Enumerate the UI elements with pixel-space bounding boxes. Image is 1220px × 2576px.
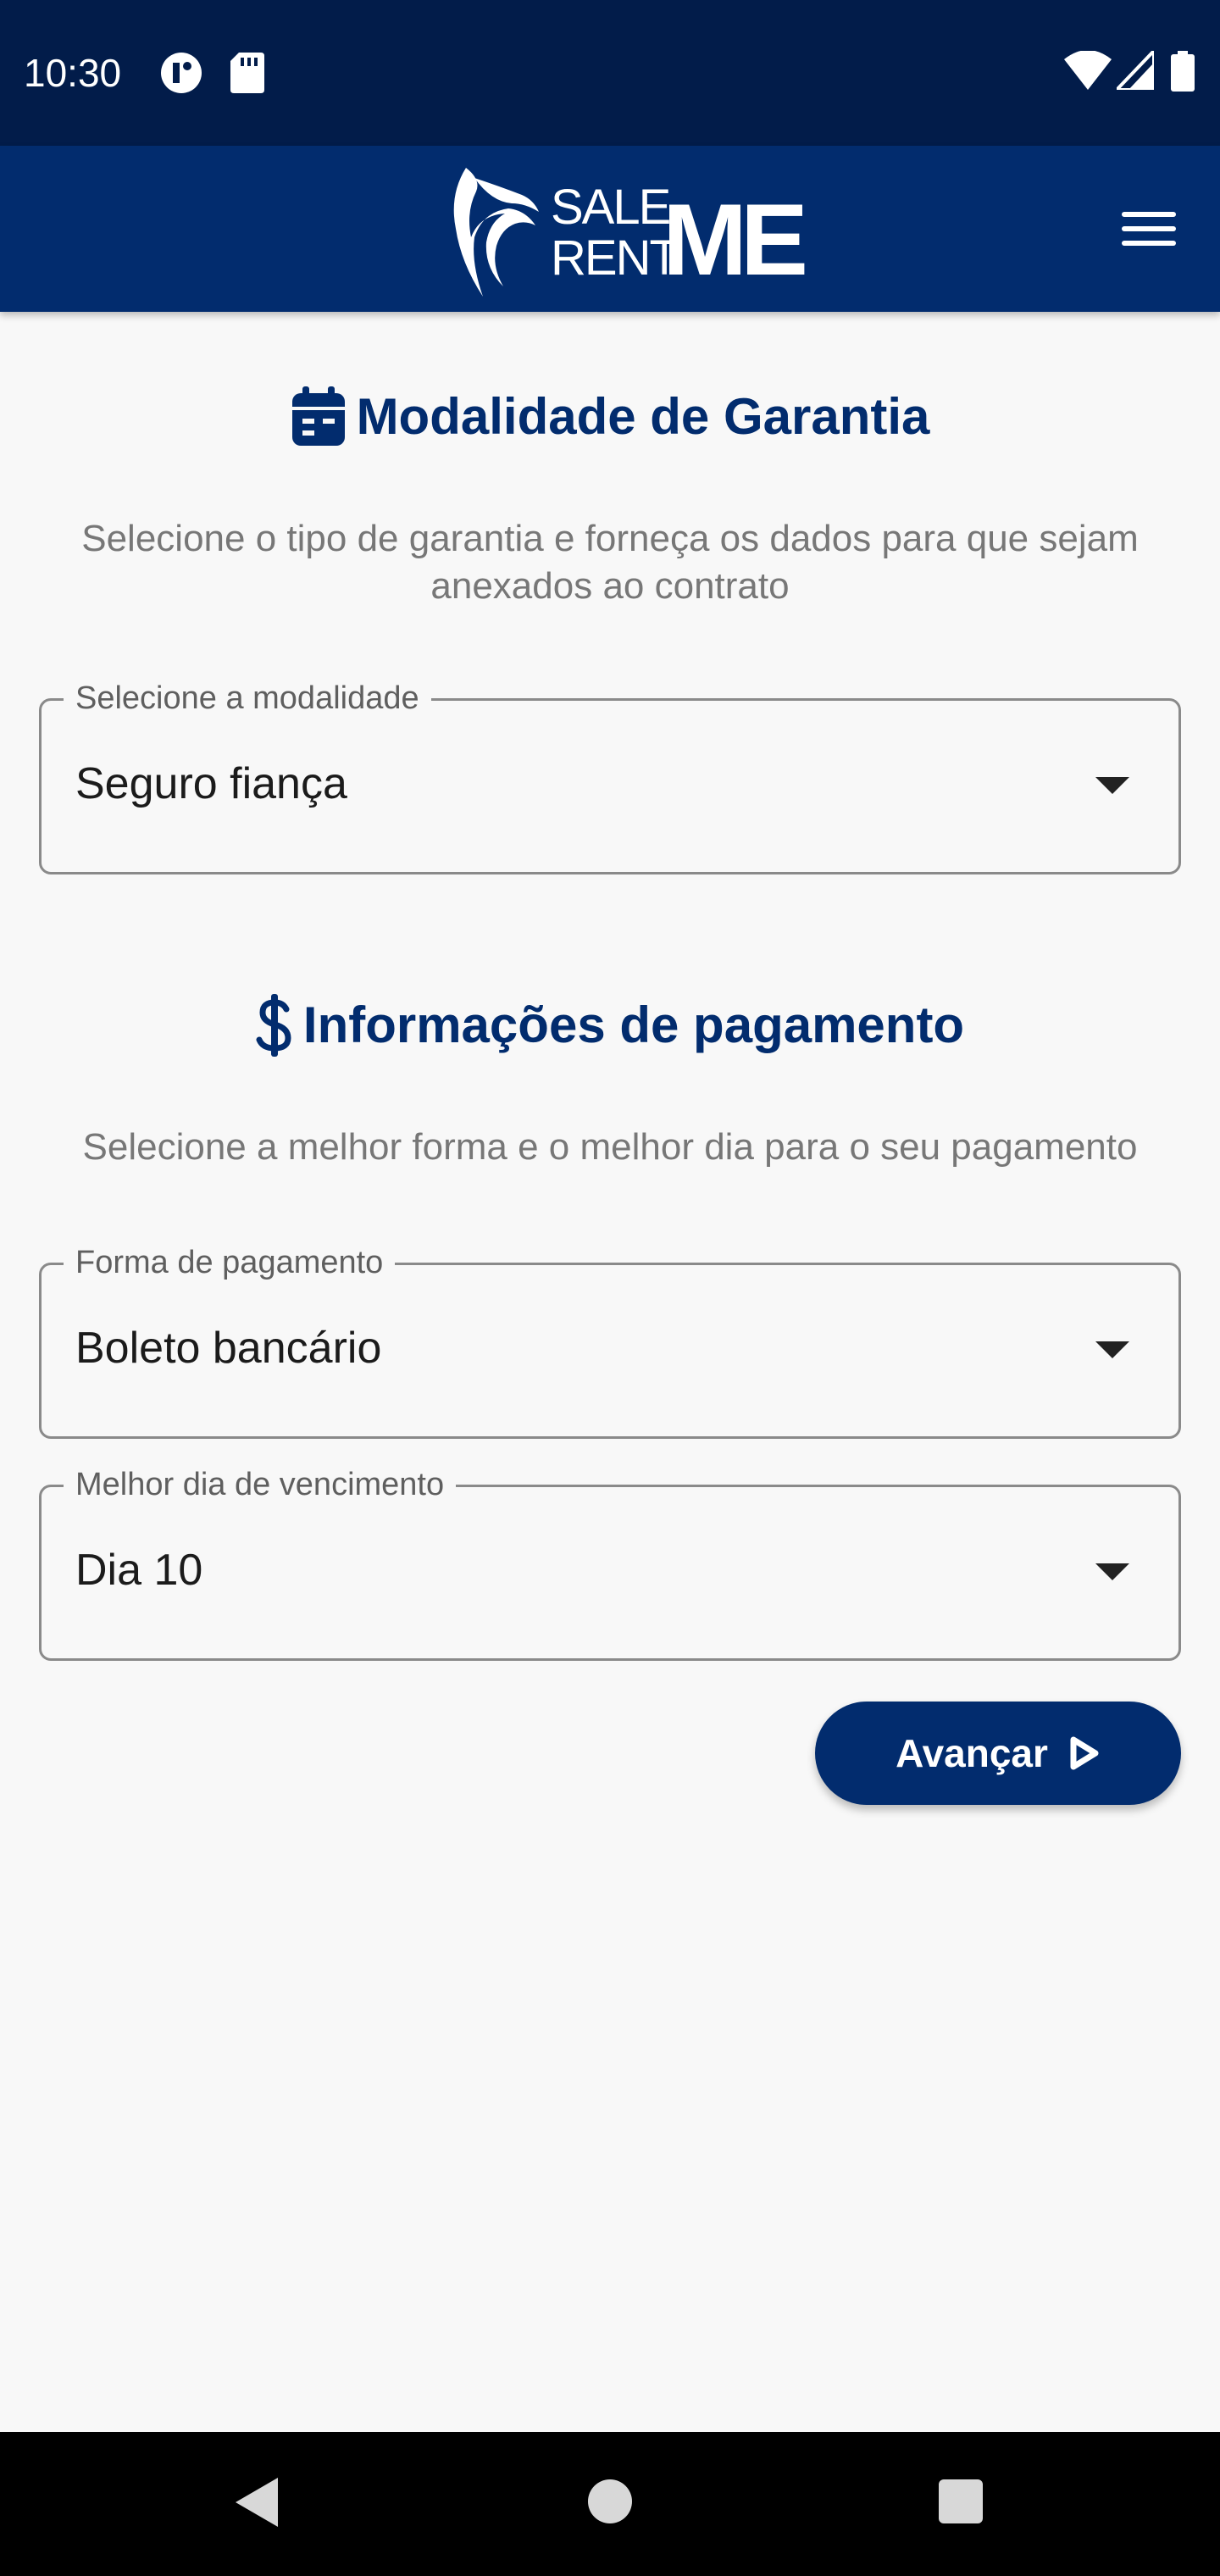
wifi-icon — [1064, 51, 1112, 90]
calendar-icon — [291, 386, 345, 446]
battery-icon — [1171, 51, 1195, 92]
payment-method-label: Forma de pagamento — [64, 1241, 396, 1284]
guarantee-type-select[interactable]: Selecione a modalidade Seguro fiança — [39, 677, 1181, 874]
guarantee-title-row: Modalidade de Garantia — [0, 385, 1220, 449]
logo-text-rent: RENT — [551, 230, 679, 286]
guarantee-type-value: Seguro fiança — [75, 759, 347, 808]
advance-button-label: Avançar — [896, 1731, 1048, 1775]
guarantee-subtitle: Selecione o tipo de garantia e forneça o… — [81, 518, 1139, 607]
dollar-icon — [256, 994, 291, 1057]
system-nav-bar — [0, 2432, 1220, 2576]
data-saver-icon — [161, 53, 202, 93]
payment-title-row: Informações de pagamento — [0, 993, 1220, 1058]
due-day-label: Melhor dia de vencimento — [64, 1463, 457, 1506]
recent-apps-icon[interactable] — [939, 2479, 983, 2523]
logo-text-me: ME — [663, 183, 805, 297]
app-bar: SALE RENT ME — [0, 146, 1220, 312]
signal-icon — [1117, 51, 1154, 90]
play-outline-icon — [1070, 1736, 1099, 1770]
due-day-value: Dia 10 — [75, 1546, 203, 1595]
dropdown-arrow-icon — [1095, 1563, 1129, 1580]
payment-method-select[interactable]: Forma de pagamento Boleto bancário — [39, 1241, 1181, 1439]
dropdown-arrow-icon — [1095, 1341, 1129, 1358]
salerentme-logo: SALE RENT ME — [453, 168, 805, 297]
sd-card-icon — [230, 53, 264, 93]
payment-subtitle: Selecione a melhor forma e o melhor dia … — [82, 1126, 1138, 1168]
logo-text-sale: SALE — [551, 180, 670, 235]
payment-method-value: Boleto bancário — [75, 1324, 382, 1373]
guarantee-type-label: Selecione a modalidade — [64, 677, 431, 719]
status-bar: 10:30 — [0, 0, 1220, 146]
due-day-select[interactable]: Melhor dia de vencimento Dia 10 — [39, 1463, 1181, 1661]
guarantee-title: Modalidade de Garantia — [356, 388, 930, 445]
hamburger-menu-icon[interactable] — [1117, 203, 1181, 254]
status-time: 10:30 — [24, 51, 122, 95]
back-icon[interactable] — [230, 2474, 281, 2530]
home-icon[interactable] — [588, 2479, 632, 2523]
payment-title: Informações de pagamento — [302, 997, 965, 1053]
advance-button[interactable]: Avançar — [815, 1702, 1181, 1805]
dropdown-arrow-icon — [1095, 777, 1129, 794]
